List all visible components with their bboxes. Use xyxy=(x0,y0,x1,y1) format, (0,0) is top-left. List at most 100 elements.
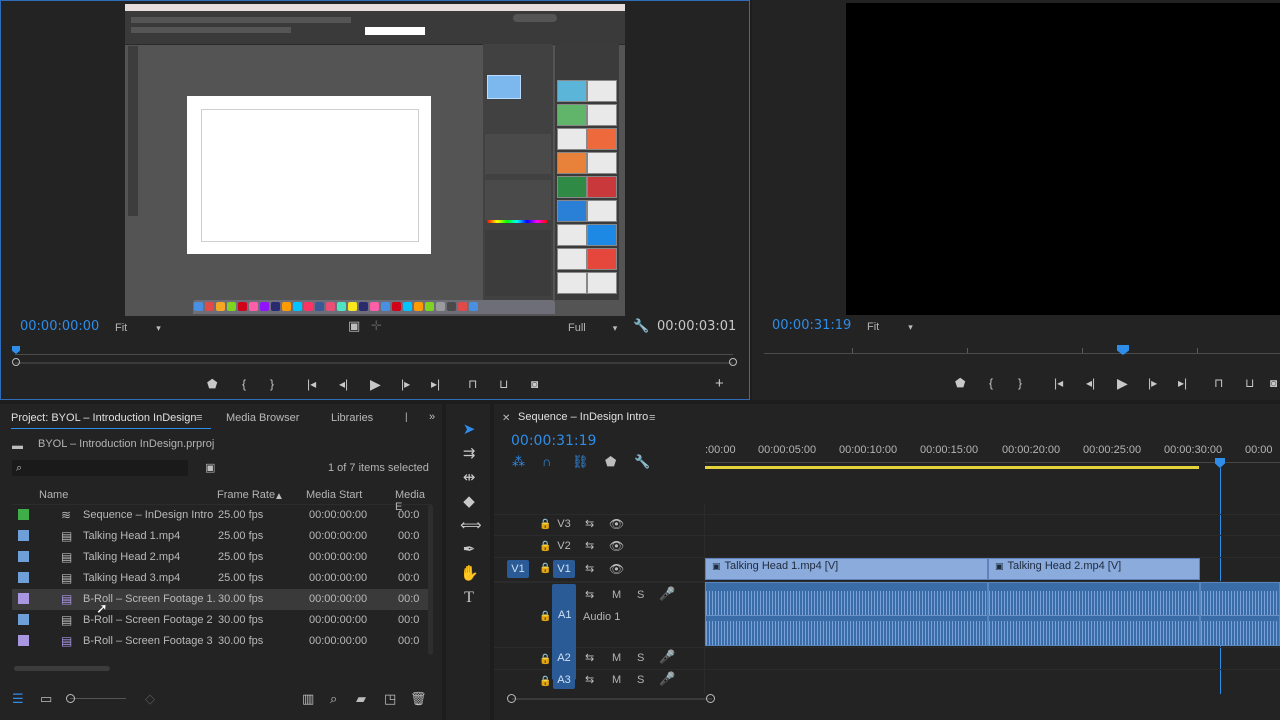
go-to-out-button[interactable]: ▸| xyxy=(1178,376,1187,390)
list-view-icon[interactable]: ☰ xyxy=(12,692,24,706)
source-timecode[interactable]: 00:00:00:00 xyxy=(20,319,99,334)
audio-clip[interactable] xyxy=(1200,582,1280,646)
step-back-button[interactable]: ◂| xyxy=(339,377,348,391)
horizontal-scrollbar[interactable] xyxy=(14,666,110,671)
video-clip[interactable]: ▣ Talking Head 2.mp4 [V] xyxy=(988,558,1200,580)
eye-icon[interactable]: 👁 xyxy=(609,517,624,531)
source-zoom-bar[interactable] xyxy=(15,362,733,364)
time-ruler[interactable] xyxy=(705,462,1280,463)
label-color-swatch[interactable] xyxy=(18,509,29,520)
track-label-a1[interactable]: A1 xyxy=(558,609,571,621)
timeline-zoom-bar[interactable] xyxy=(512,698,712,700)
add-button[interactable]: + xyxy=(715,375,724,392)
add-marker-icon[interactable]: ⬟ xyxy=(605,455,616,469)
label-color-swatch[interactable] xyxy=(18,551,29,562)
list-item[interactable]: ▤ Talking Head 3.mp4 25.00 fps 00:00:00:… xyxy=(12,568,432,589)
new-item-icon[interactable]: ◳ xyxy=(384,692,396,706)
source-playhead[interactable] xyxy=(12,346,20,354)
add-marker-button[interactable]: ⬟ xyxy=(955,376,965,390)
close-icon[interactable]: ✕ xyxy=(502,412,510,426)
solo-button[interactable]: S xyxy=(637,589,644,601)
overwrite-button[interactable]: ⊔ xyxy=(499,377,508,391)
trash-icon[interactable]: 🗑 xyxy=(410,692,427,706)
zoom-handle-left[interactable] xyxy=(12,358,20,366)
lock-icon[interactable]: 🔒 xyxy=(539,610,551,624)
label-color-swatch[interactable] xyxy=(18,572,29,583)
razor-tool-icon[interactable]: ◆ xyxy=(460,493,478,511)
label-color-swatch[interactable] xyxy=(18,593,29,604)
mark-in-button[interactable]: { xyxy=(242,377,246,391)
track-label-v2[interactable]: V2 xyxy=(553,537,575,555)
list-item[interactable]: ▤ B-Roll – Screen Footage 2 30.00 fps 00… xyxy=(12,610,432,631)
label-color-swatch[interactable] xyxy=(18,530,29,541)
timeline-timecode[interactable]: 00:00:31:19 xyxy=(511,433,596,449)
program-time-ruler[interactable] xyxy=(764,353,1280,354)
column-name[interactable]: Name xyxy=(39,489,68,501)
linked-selection-icon[interactable]: ⛓ xyxy=(572,455,589,469)
wrench-icon[interactable]: 🔧 xyxy=(634,455,650,469)
zoom-slider-handle[interactable] xyxy=(66,694,75,703)
add-marker-button[interactable]: ⬟ xyxy=(207,377,217,391)
step-forward-button[interactable]: |▸ xyxy=(1148,376,1157,390)
vertical-scrollbar[interactable] xyxy=(428,505,433,655)
eye-icon[interactable]: 👁 xyxy=(609,562,624,576)
step-back-button[interactable]: ◂| xyxy=(1086,376,1095,390)
mute-button[interactable]: M xyxy=(612,589,621,601)
go-to-in-button[interactable]: |◂ xyxy=(307,377,316,391)
list-item[interactable]: ▤ Talking Head 2.mp4 25.00 fps 00:00:00:… xyxy=(12,547,432,568)
sync-lock-icon[interactable]: ⇆ xyxy=(585,588,594,602)
new-bin-icon[interactable]: ▰ xyxy=(356,692,366,706)
sync-lock-icon[interactable]: ⇆ xyxy=(585,517,594,531)
timeline-zoom-handle-left[interactable] xyxy=(507,694,516,703)
selection-tool-icon[interactable]: ➤ xyxy=(460,421,478,439)
mute-button[interactable]: M xyxy=(612,674,621,686)
automate-to-sequence-icon[interactable]: ▥ xyxy=(302,692,314,706)
sync-lock-icon[interactable]: ⇆ xyxy=(585,651,594,665)
sequence-tab-title[interactable]: Sequence – InDesign Intro xyxy=(518,411,648,423)
mark-out-button[interactable]: } xyxy=(1018,376,1022,390)
sync-lock-icon[interactable]: ⇆ xyxy=(585,673,594,687)
export-frame-icon[interactable]: ▣ xyxy=(348,319,360,333)
track-label-v3[interactable]: V3 xyxy=(553,515,575,533)
list-item[interactable]: ▤ B-Roll – Screen Footage 3 30.00 fps 00… xyxy=(12,631,432,652)
microphone-icon[interactable]: 🎤 xyxy=(659,672,675,686)
play-button[interactable]: ▶ xyxy=(1117,375,1128,392)
microphone-icon[interactable]: 🎤 xyxy=(659,587,675,601)
play-button[interactable]: ▶ xyxy=(370,376,381,393)
solo-button[interactable]: S xyxy=(637,674,644,686)
label-color-swatch[interactable] xyxy=(18,614,29,625)
camera-icon[interactable]: ◙ xyxy=(531,377,538,391)
panel-menu-icon[interactable]: ≡ xyxy=(649,411,655,425)
video-clip[interactable]: ▣ Talking Head 1.mp4 [V] xyxy=(705,558,988,580)
icon-view-icon[interactable]: ▭ xyxy=(40,692,52,706)
audio-clip[interactable] xyxy=(705,582,988,646)
type-tool-icon[interactable]: T xyxy=(460,589,478,607)
list-item[interactable]: ≋ Sequence – InDesign Intro 25.00 fps 00… xyxy=(12,505,432,526)
program-zoom-dropdown[interactable]: Fit ▾ xyxy=(867,320,913,334)
go-to-in-button[interactable]: |◂ xyxy=(1054,376,1063,390)
tab-project[interactable]: Project: BYOL – Introduction InDesign xyxy=(11,412,196,424)
source-zoom-dropdown[interactable]: Fit ▾ xyxy=(115,321,161,335)
column-frame-rate[interactable]: Frame Rate xyxy=(217,489,275,501)
solo-button[interactable]: S xyxy=(637,652,644,664)
slip-tool-icon[interactable]: ⟺ xyxy=(460,517,482,535)
tab-libraries[interactable]: Libraries xyxy=(331,412,373,424)
mark-out-button[interactable]: } xyxy=(270,377,274,391)
insert-button[interactable]: ⊓ xyxy=(468,377,477,391)
mute-button[interactable]: M xyxy=(612,652,621,664)
source-time-ruler[interactable] xyxy=(15,354,733,355)
label-color-swatch[interactable] xyxy=(18,635,29,646)
snap-magnet-icon[interactable]: ∩ xyxy=(542,455,551,469)
source-patch-v1[interactable]: V1 xyxy=(507,560,529,578)
wrench-icon[interactable]: 🔧 xyxy=(633,319,649,333)
track-label-v1[interactable]: V1 xyxy=(553,560,575,578)
tab-media-browser[interactable]: Media Browser xyxy=(226,412,299,424)
mark-in-button[interactable]: { xyxy=(989,376,993,390)
zoom-handle-right[interactable] xyxy=(729,358,737,366)
lock-icon[interactable]: 🔒 xyxy=(539,518,551,532)
timeline-playhead[interactable] xyxy=(1215,458,1225,468)
lock-icon[interactable]: 🔒 xyxy=(539,675,551,689)
work-area-bar[interactable] xyxy=(705,466,1199,469)
lock-icon[interactable]: 🔒 xyxy=(539,540,551,554)
new-bin-from-search-icon[interactable]: ▣ xyxy=(205,461,215,475)
